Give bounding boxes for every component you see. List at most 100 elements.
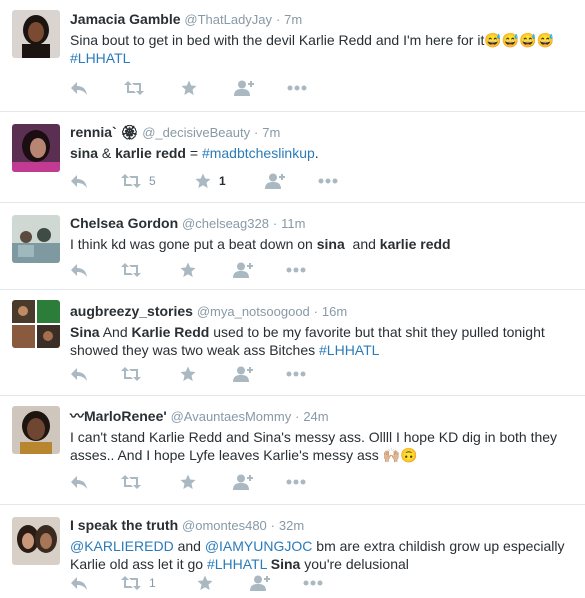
tweet-text: I can't stand Karlie Redd and Sina's mes… [70,428,575,464]
author-handle[interactable]: @AvauntaesMommy [171,409,292,424]
avatar[interactable] [12,406,60,454]
mention-link[interactable]: @KARLIEREDD [70,538,174,554]
follow-button[interactable] [250,573,270,593]
tweet-timestamp[interactable]: 7m [262,125,280,140]
follow-icon [265,173,285,189]
avatar[interactable] [12,300,60,348]
retweet-icon [121,174,141,188]
tweet-text: sina & karlie redd = #madbtcheslinkup. [70,144,575,162]
text-segment: Sina [270,556,301,572]
text-segment: and [173,538,205,554]
more-icon [318,178,338,184]
more-button[interactable] [287,78,307,98]
like-button[interactable] [181,78,197,98]
mention-link[interactable]: @IAMYUNGJOC [205,538,313,554]
like-button[interactable] [180,260,196,280]
like-button[interactable] [180,472,196,492]
separator-dot: · [295,409,300,424]
retweet-icon [121,263,141,277]
separator-dot: · [313,304,319,319]
tweet-feed: Jamacia Gamble @ThatLadyJay · 7m Sina bo… [0,0,585,598]
tweet-text: Sina And Karlie Redd used to be my favor… [70,323,575,359]
avatar[interactable] [12,517,60,565]
avatar[interactable] [12,10,60,58]
tweet-timestamp[interactable]: 32m [279,518,304,533]
like-button[interactable] [180,364,196,384]
more-button[interactable] [286,472,306,492]
follow-icon [233,474,253,490]
tweet-text: Sina bout to get in bed with the devil K… [70,31,575,67]
retweet-count: 1 [149,576,156,590]
follow-button[interactable] [233,260,253,280]
author-name[interactable]: Jamacia Gamble [70,11,181,27]
like-button[interactable]: 1 [195,171,226,191]
follow-button[interactable] [233,364,253,384]
reply-icon [71,264,87,277]
retweet-button[interactable] [121,472,141,492]
hashtag-link[interactable]: #LHHATL [207,556,267,572]
avatar[interactable] [12,215,60,263]
follow-button[interactable] [265,171,285,191]
text-segment: karlie redd [379,236,451,252]
retweet-button[interactable]: 1 [121,573,156,593]
author-handle[interactable]: @ThatLadyJay [184,12,272,27]
tweet: I speak the truth @omontes480 · 32m @KAR… [0,505,585,598]
author-name[interactable]: augbreezy_stories [70,303,193,319]
like-count: 1 [219,174,226,188]
author-handle[interactable]: @chelseag328 [182,216,269,231]
star-icon [195,173,211,188]
tweet: augbreezy_stories @mya_notsoogood · 16m … [0,290,585,396]
reply-icon [71,368,87,381]
more-icon [286,479,306,485]
reply-icon [71,476,87,489]
reply-button[interactable] [70,171,88,191]
star-icon [197,575,213,590]
hashtag-link[interactable]: #LHHATL [319,342,379,358]
reply-button[interactable] [70,472,88,492]
more-button[interactable] [286,260,306,280]
retweet-button[interactable] [121,260,141,280]
separator-dot: · [270,518,276,533]
tweet-timestamp[interactable]: 7m [284,12,302,27]
reply-button[interactable] [70,78,88,98]
tweet-timestamp[interactable]: 11m [281,216,305,231]
star-icon [181,80,197,95]
tweet: Jamacia Gamble @ThatLadyJay · 7m Sina bo… [0,0,585,112]
reply-icon [71,82,87,95]
reply-button[interactable] [70,260,88,280]
reply-button[interactable] [70,573,88,593]
author-handle[interactable]: @mya_notsoogood [197,304,310,319]
star-icon [180,474,196,489]
more-button[interactable] [318,171,338,191]
author-handle[interactable]: @omontes480 [182,518,267,533]
tweet-timestamp[interactable]: 24m [303,409,328,424]
author-name[interactable]: 〰MarloRenee' [70,408,167,424]
retweet-button[interactable] [124,78,144,98]
text-segment: And [99,324,132,340]
author-name[interactable]: I speak the truth [70,517,178,533]
hashtag-link[interactable]: #LHHATL [70,50,130,66]
like-button[interactable] [197,573,213,593]
reply-button[interactable] [70,364,88,384]
retweet-button[interactable]: 5 [121,171,156,191]
retweet-button[interactable] [121,364,141,384]
reply-icon [71,577,87,590]
hashtag-link[interactable]: #madbtcheslinkup [202,145,315,161]
text-segment: Sina bout to get in bed with the devil K… [70,32,485,48]
author-handle[interactable]: @_decisiveBeauty [142,125,250,140]
text-segment: and [344,236,380,252]
follow-icon [233,366,253,382]
text-segment: = [185,145,202,161]
follow-button[interactable] [233,472,253,492]
separator-dot: · [272,216,278,231]
text-segment: sina [70,145,99,161]
more-button[interactable] [286,364,306,384]
author-name[interactable]: rennia` 🏵 [70,124,138,140]
avatar[interactable] [12,124,60,172]
more-button[interactable] [303,573,323,593]
author-name[interactable]: Chelsea Gordon [70,215,178,231]
follow-button[interactable] [234,78,254,98]
tweet-timestamp[interactable]: 16m [322,304,347,319]
text-segment: Karlie Redd [131,324,210,340]
text-segment: karlie redd [115,145,186,161]
